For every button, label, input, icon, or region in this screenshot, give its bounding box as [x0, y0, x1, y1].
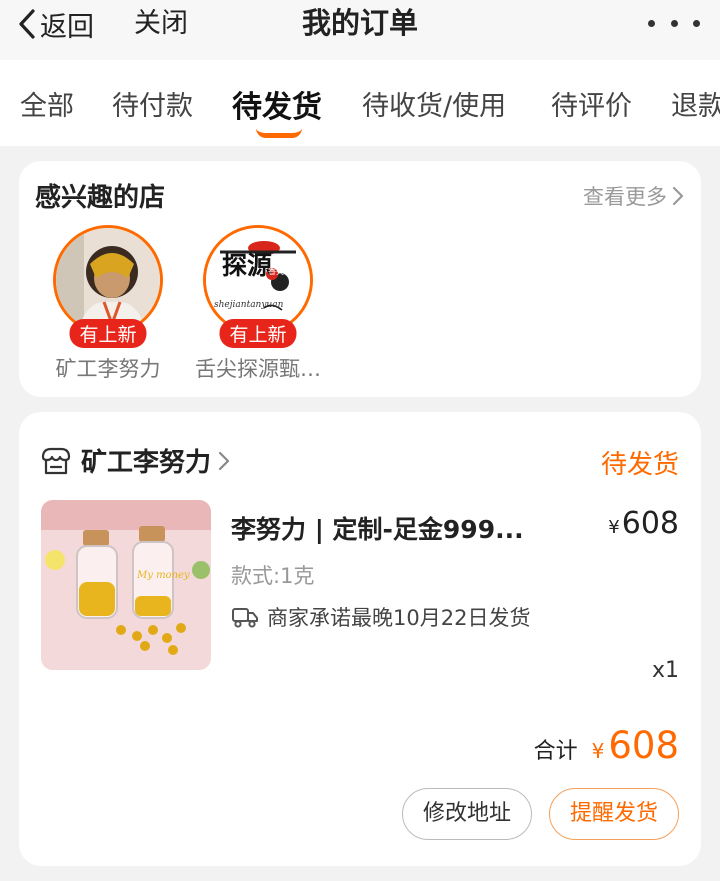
dot-icon: [693, 19, 700, 27]
product-title[interactable]: 李努力 | 定制-足金999...: [231, 510, 524, 546]
shop-logo-icon: [206, 228, 310, 332]
active-tab-indicator: [256, 131, 302, 139]
tab-pending-payment[interactable]: 待付款: [112, 84, 193, 123]
see-more-link[interactable]: 查看更多: [583, 181, 685, 211]
shop-logo-subtext: shejiantanyuan: [214, 300, 284, 310]
product-spec: 款式:1克: [231, 564, 315, 588]
product-image[interactable]: My money: [41, 500, 211, 670]
new-arrival-badge: 有上新: [69, 319, 147, 348]
shop-item[interactable]: 有上新 矿工李努力: [43, 225, 173, 381]
new-arrival-badge: 有上新: [219, 319, 297, 348]
shop-logo-mark: 香尖: [268, 267, 284, 276]
remind-shipment-button[interactable]: 提醒发货: [549, 788, 679, 840]
tab-refund[interactable]: 退款: [671, 84, 720, 123]
order-tabs: 全部 待付款 待发货 待收货/使用 待评价 退款: [0, 60, 720, 146]
tab-pending-review[interactable]: 待评价: [551, 84, 632, 123]
back-button[interactable]: 返回: [18, 2, 94, 46]
dot-icon: [670, 19, 678, 27]
product-price-value: 608: [621, 506, 679, 541]
see-more-label: 查看更多: [583, 185, 667, 209]
shop-name: 舌尖探源甄…: [195, 357, 321, 381]
shop-logo-text: 探源: [222, 251, 273, 280]
product-price: ¥608: [608, 506, 679, 541]
chevron-left-icon: [19, 9, 35, 39]
order-card: 矿工李努力 待发货 My money 李努力 | 定制-足金999... ¥60…: [19, 412, 701, 866]
modify-address-button[interactable]: 修改地址: [402, 788, 532, 840]
back-label: 返回: [40, 11, 94, 43]
top-nav-bar: [0, 0, 720, 60]
total-currency-symbol: ¥: [591, 739, 605, 763]
tab-pending-receipt[interactable]: 待收货/使用: [362, 84, 506, 123]
more-options-button[interactable]: [648, 8, 700, 38]
shop-item[interactable]: 探源 香尖 shejiantanyuan 有上新 舌尖探源甄…: [193, 225, 323, 381]
shipping-promise-text: 商家承诺最晚10月22日发货: [267, 606, 531, 630]
shop-name: 矿工李努力: [55, 357, 161, 381]
chevron-right-icon: [672, 186, 684, 206]
store-name: 矿工李努力: [81, 448, 212, 478]
delivery-truck-icon: [232, 608, 258, 628]
total-amount: 608: [608, 724, 679, 767]
gold-bean-jar-image-icon: [41, 500, 211, 670]
avatar-photo-icon: [56, 228, 160, 332]
shipping-promise: 商家承诺最晚10月22日发货: [231, 602, 530, 632]
store-icon: [41, 447, 71, 474]
store-link[interactable]: 矿工李努力: [39, 442, 231, 479]
tab-pending-shipment[interactable]: 待发货: [232, 82, 322, 126]
shops-section-title: 感兴趣的店: [35, 183, 166, 213]
close-button[interactable]: 关闭: [134, 2, 188, 46]
order-total: 合计 ¥ 608: [534, 724, 679, 767]
interested-shops-card: 感兴趣的店 查看更多 有上新 矿工李努力 探源 香尖 shejiantanyua…: [19, 161, 701, 397]
order-status: 待发货: [600, 450, 679, 480]
quantity: x1: [651, 658, 679, 683]
currency-symbol: ¥: [608, 517, 620, 538]
dot-icon: [648, 19, 655, 27]
tab-all[interactable]: 全部: [20, 84, 74, 123]
product-image-text: My money: [137, 570, 190, 581]
chevron-right-icon: [218, 451, 230, 470]
total-label: 合计: [533, 739, 578, 764]
